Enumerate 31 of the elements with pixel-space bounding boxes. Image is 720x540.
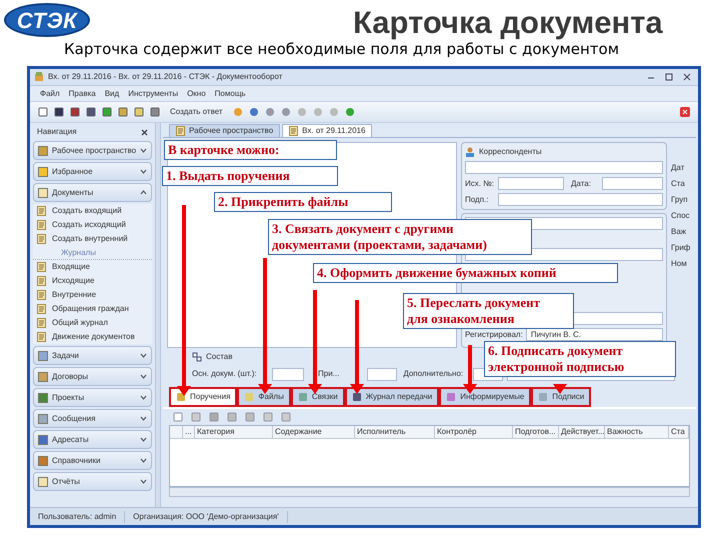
field-label: Регистрировал: [465, 328, 523, 340]
annotation-tooltip: 3. Связать документ с другими документами (проектами, задачами) [268, 219, 532, 255]
status-text: Организация: ООО 'Демо-организация' [125, 510, 288, 522]
field-label: Ном [671, 258, 688, 270]
slide-subtitle: Карточка содержит все необходимые поля для работы с документом [64, 40, 620, 60]
field-label: Подп.: [465, 194, 490, 206]
field-label: Дат [671, 162, 686, 174]
panel-title: Навигация [37, 126, 77, 138]
field-label: Ста [671, 178, 686, 190]
annotation-tooltip: 5. Переслать документ для ознакомления [403, 293, 574, 329]
field-label: Осн. докум. (шт.): [192, 368, 258, 380]
field-label: Гриф [671, 242, 692, 254]
field-label: Исх. №: [465, 178, 495, 190]
annotation-tooltip: 2. Прикрепить файлы [214, 192, 392, 212]
annotation-tooltip: 1. Выдать поручения [162, 166, 338, 186]
annotation-tooltip: 6. Подписать документ электронной подписью [484, 341, 676, 377]
field-label: Дата: [570, 178, 592, 190]
slide-title: Карточка документа [353, 4, 663, 42]
window-title: Вх. от 29.11.2016 - Вх. от 29.11.2016 - СТЭК - Документооборот [48, 71, 282, 83]
field-label: При... [318, 368, 340, 380]
field-label: Груп [671, 194, 689, 206]
field-label: Спос [671, 210, 691, 222]
annotation-tooltip: 4. Оформить движение бумажных копий [313, 263, 618, 283]
status-text: Пользователь: admin [30, 510, 126, 522]
section-title: Состав [206, 351, 232, 363]
field-label: Важ [671, 226, 688, 238]
field-label: Дополнительно: [403, 368, 464, 380]
logo: СТЭК [4, 3, 90, 37]
group-title: Корреспонденты [479, 146, 542, 158]
annotation-tooltip: В карточке можно: [164, 140, 337, 160]
list-header: Журналы [33, 246, 152, 260]
